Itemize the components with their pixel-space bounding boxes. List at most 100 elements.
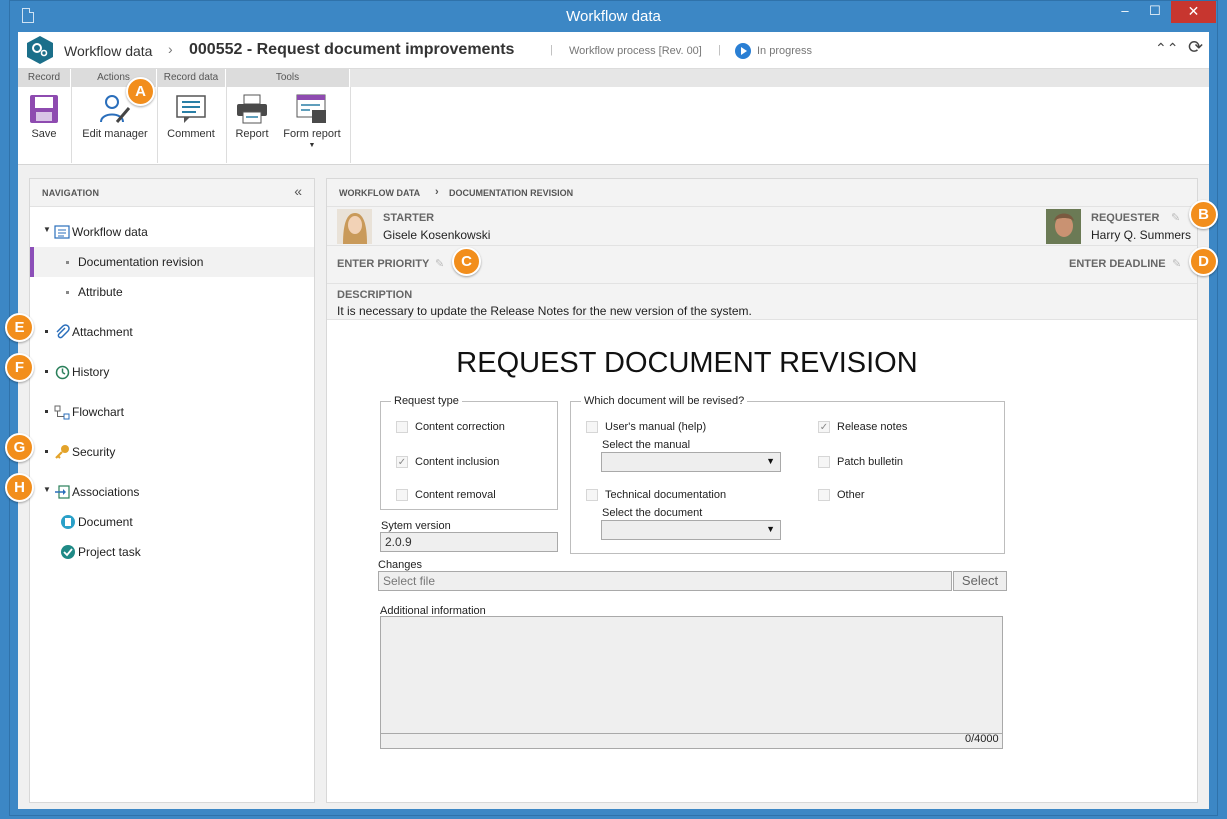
- select-manual-dropdown[interactable]: [601, 452, 781, 472]
- nav-item-document[interactable]: Document: [30, 507, 314, 537]
- dropdown-arrow-icon[interactable]: ▼: [280, 142, 344, 149]
- nav-item-documentation-revision[interactable]: Documentation revision: [30, 247, 314, 277]
- ribbon-group-headers: Record Actions Record data Tools: [18, 69, 1209, 87]
- minimize-button[interactable]: –: [1110, 1, 1140, 23]
- people-row: STARTER Gisele Kosenkowski REQUESTER ✎ H…: [327, 207, 1197, 246]
- enter-priority-field[interactable]: ENTER PRIORITY: [337, 258, 429, 270]
- changes-file-input[interactable]: Select file: [378, 571, 952, 591]
- bullet: [45, 330, 48, 333]
- checkbox-box[interactable]: ✓: [396, 456, 408, 468]
- callout-badge-f: F: [5, 353, 34, 382]
- workflow-data-icon: [54, 225, 70, 239]
- save-button[interactable]: Save: [24, 89, 64, 161]
- edit-manager-label: Edit manager: [82, 128, 148, 140]
- nav-label: Document: [78, 515, 133, 529]
- collapse-panel-icon[interactable]: «: [294, 183, 302, 199]
- form-report-button[interactable]: Form report ▼: [280, 89, 344, 161]
- checkbox-box[interactable]: [396, 421, 408, 433]
- document-icon: [61, 515, 75, 529]
- nav-item-history[interactable]: History: [30, 357, 314, 387]
- bullet: [45, 410, 48, 413]
- callout-badge-e: E: [5, 313, 34, 342]
- nav-item-project-task[interactable]: Project task: [30, 537, 314, 567]
- app-logo-icon: [27, 36, 53, 64]
- breadcrumb-item[interactable]: WORKFLOW DATA: [339, 188, 420, 198]
- nav-item-workflow-data[interactable]: ▼ Workflow data: [30, 217, 314, 247]
- navigation-header: NAVIGATION «: [30, 179, 314, 207]
- nav-label: Flowchart: [72, 405, 125, 419]
- separator: |: [550, 44, 553, 56]
- process-label: Workflow process [Rev. 00]: [569, 45, 702, 57]
- checkbox-box[interactable]: [818, 456, 830, 468]
- divider: [381, 733, 1002, 734]
- save-icon: [30, 95, 58, 123]
- edit-pencil-icon[interactable]: ✎: [1172, 257, 1181, 270]
- checkbox-box[interactable]: [818, 489, 830, 501]
- expand-arrow-icon[interactable]: ▼: [43, 225, 51, 234]
- ribbon-divider: [226, 87, 227, 163]
- bullet: [45, 450, 48, 453]
- refresh-icon[interactable]: ⟳: [1188, 37, 1203, 58]
- play-status-icon: [735, 43, 751, 59]
- chevron-right-icon: ›: [168, 41, 173, 57]
- ribbon: Record Actions Record data Tools Save Ed…: [18, 69, 1209, 165]
- form-report-label: Form report: [283, 128, 341, 140]
- checkbox-box[interactable]: [586, 421, 598, 433]
- expand-arrow-icon[interactable]: ▼: [43, 485, 51, 494]
- checkbox-label: User's manual (help): [605, 421, 707, 433]
- callout-badge-d: D: [1189, 247, 1218, 276]
- nav-item-associations[interactable]: ▼ Associations: [30, 477, 314, 507]
- bullet: [66, 291, 69, 294]
- paperclip-icon: [56, 324, 70, 339]
- checkbox-box[interactable]: [586, 489, 598, 501]
- select-manual-label: Select the manual: [602, 439, 691, 451]
- separator: |: [718, 44, 721, 56]
- description-label: DESCRIPTION: [337, 289, 413, 301]
- app-name: Workflow data: [64, 43, 153, 59]
- requester-label: REQUESTER: [1091, 212, 1160, 224]
- select-document-dropdown[interactable]: [601, 520, 781, 540]
- edit-pencil-icon[interactable]: ✎: [435, 257, 444, 270]
- checkbox-label: Release notes: [837, 421, 908, 433]
- key-icon: [55, 445, 69, 459]
- checkbox-box[interactable]: [396, 489, 408, 501]
- nav-label: Attribute: [78, 285, 123, 299]
- project-task-icon: [61, 545, 75, 559]
- nav-label: Security: [72, 445, 116, 459]
- nav-item-flowchart[interactable]: Flowchart: [30, 397, 314, 427]
- which-document-legend: Which document will be revised?: [584, 395, 745, 407]
- nav-label: Attachment: [72, 325, 133, 339]
- edit-pencil-icon[interactable]: ✎: [1171, 211, 1180, 224]
- printer-icon: [237, 94, 267, 124]
- nav-item-security[interactable]: Security: [30, 437, 314, 467]
- associations-icon: [55, 485, 70, 499]
- status-label: In progress: [757, 45, 813, 57]
- starter-name: Gisele Kosenkowski: [383, 228, 491, 242]
- bullet: [45, 370, 48, 373]
- comment-button[interactable]: Comment: [163, 89, 219, 161]
- nav-item-attribute[interactable]: Attribute: [30, 277, 314, 307]
- chevrons-up-icon[interactable]: ⌃⌃: [1155, 40, 1178, 57]
- nav-item-attachment[interactable]: Attachment: [30, 317, 314, 347]
- select-file-button[interactable]: Select: [953, 571, 1007, 591]
- nav-label: Workflow data: [72, 225, 148, 239]
- system-version-input[interactable]: 2.0.9: [380, 532, 558, 552]
- report-button[interactable]: Report: [232, 89, 272, 161]
- nav-label: Project task: [78, 545, 141, 559]
- maximize-button[interactable]: ☐: [1140, 1, 1170, 23]
- chevron-right-icon: ›: [435, 186, 439, 198]
- checkbox-label: Content inclusion: [415, 456, 500, 468]
- select-document-label: Select the document: [602, 507, 703, 519]
- ribbon-divider: [350, 87, 351, 163]
- checkbox-box[interactable]: ✓: [818, 421, 830, 433]
- additional-information-textarea[interactable]: [380, 616, 1003, 749]
- starter-label: STARTER: [383, 212, 435, 224]
- enter-deadline-field[interactable]: ENTER DEADLINE: [1069, 258, 1166, 270]
- close-button[interactable]: ✕: [1171, 1, 1216, 23]
- form-title: REQUEST DOCUMENT REVISION: [456, 347, 918, 379]
- ribbon-divider: [71, 87, 72, 163]
- request-type-legend: Request type: [394, 395, 459, 407]
- ribbon-divider: [157, 87, 158, 163]
- navigation-panel: NAVIGATION « ▼ Workflow data Documentati…: [29, 178, 315, 803]
- bullet: [66, 261, 69, 264]
